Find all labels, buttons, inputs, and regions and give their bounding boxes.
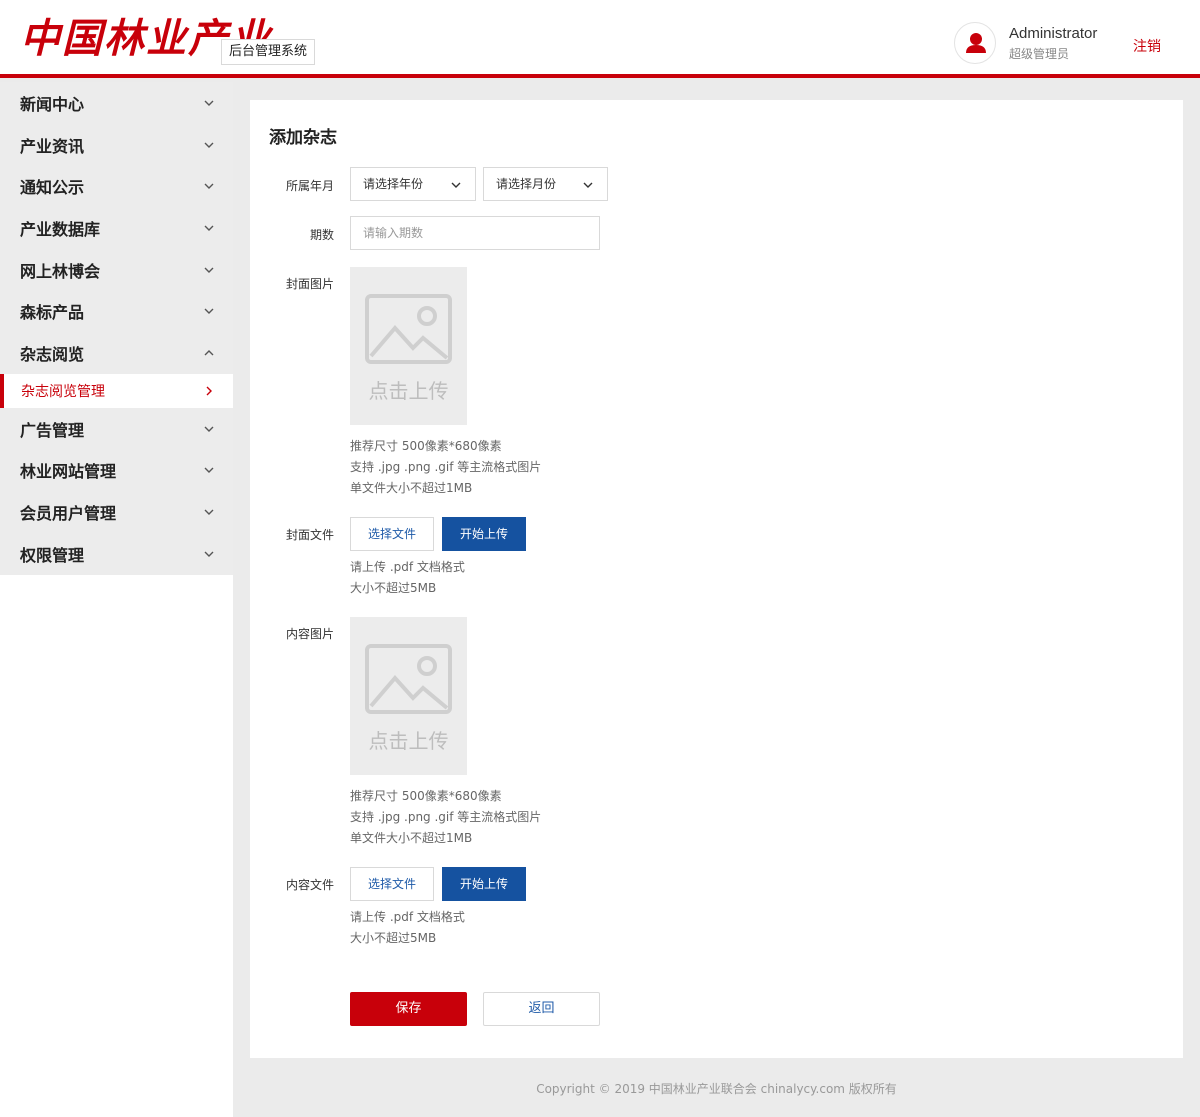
hint-line: 请上传 .pdf 文档格式 [350, 910, 465, 924]
chevron-down-icon [204, 225, 214, 231]
month-select[interactable]: 请选择月份 [483, 167, 608, 201]
content-image-hints: 推荐尺寸 500像素*680像素 支持 .jpg .png .gif 等主流格式… [350, 786, 541, 849]
main-panel: 添加杂志 所属年月 请选择年份 请选择月份 期数 请输入期数 封面图片 点击上传… [250, 100, 1183, 1058]
sidebar-item-label: 产业资讯 [20, 136, 85, 156]
sidebar-subitem-magazine-management[interactable]: 杂志阅览管理 [0, 373, 233, 408]
cover-image-upload[interactable]: 点击上传 [350, 267, 467, 425]
chevron-down-icon [204, 183, 214, 190]
sidebar-item-websites[interactable]: 林业网站管理 [0, 449, 233, 492]
sidebar-item-label: 权限管理 [20, 545, 85, 565]
hint-line: 支持 .jpg .png .gif 等主流格式图片 [350, 810, 542, 824]
chevron-up-icon [204, 349, 214, 356]
hint-line: 请上传 .pdf 文档格式 [350, 560, 465, 574]
sidebar: 新闻中心 产业资讯 通知公示 产业数据库 网上林博会 森标产品 杂志阅览 杂志阅… [0, 82, 233, 1117]
user-role: 超级管理员 [1009, 47, 1070, 61]
chevron-down-icon [204, 509, 214, 516]
sidebar-item-permissions[interactable]: 权限管理 [0, 532, 233, 575]
issue-input[interactable]: 请输入期数 [350, 216, 600, 250]
cover-file-label: 封面文件 [285, 528, 334, 542]
content-file-hints: 请上传 .pdf 文档格式 大小不超过5MB [350, 907, 465, 949]
avatar[interactable] [954, 22, 996, 64]
hint-line: 推荐尺寸 500像素*680像素 [350, 439, 502, 453]
top-header: 中国林业产业 后台管理系统 Administrator 超级管理员 注销 [0, 0, 1200, 78]
content-image-upload[interactable]: 点击上传 [350, 617, 467, 775]
upload-text: 点击上传 [368, 729, 449, 753]
user-name: Administrator [1009, 25, 1098, 42]
chevron-down-icon [204, 467, 214, 474]
content-image-label: 内容图片 [285, 627, 334, 641]
save-button[interactable]: 保存 [350, 992, 467, 1026]
sidebar-item-label: 通知公示 [20, 178, 85, 198]
chevron-down-icon [204, 267, 214, 273]
month-select-value: 请选择月份 [496, 177, 557, 191]
chevron-down-icon [204, 100, 214, 106]
upload-text: 点击上传 [368, 379, 449, 403]
user-icon [966, 33, 986, 53]
sidebar-item-ads[interactable]: 广告管理 [0, 407, 233, 450]
hint-line: 大小不超过5MB [350, 581, 437, 595]
hint-line: 推荐尺寸 500像素*680像素 [350, 789, 502, 803]
hint-line: 单文件大小不超过1MB [350, 481, 473, 495]
sidebar-item-label: 森标产品 [20, 303, 85, 323]
sidebar-item-online-expo[interactable]: 网上林博会 [0, 248, 233, 291]
chevron-down-icon [204, 426, 214, 432]
sidebar-subitem-label: 杂志阅览管理 [21, 383, 105, 400]
footer-copyright: Copyright © 2019 中国林业产业联合会 chinalycy.com… [536, 1082, 897, 1096]
sidebar-item-industry-news[interactable]: 产业资讯 [0, 123, 233, 166]
sidebar-item-database[interactable]: 产业数据库 [0, 207, 233, 249]
logout-link[interactable]: 注销 [1133, 36, 1161, 56]
chevron-down-icon [583, 182, 593, 188]
choose-cover-file-button[interactable]: 选择文件 [350, 517, 434, 551]
chevron-down-icon [204, 308, 214, 315]
sidebar-item-news[interactable]: 新闻中心 [0, 82, 233, 124]
chevron-down-icon [204, 142, 214, 148]
chevron-down-icon [451, 182, 461, 188]
chevron-down-icon [204, 551, 214, 557]
upload-cover-file-button[interactable]: 开始上传 [442, 517, 526, 551]
sidebar-item-label: 网上林博会 [20, 261, 101, 281]
sidebar-item-notices[interactable]: 通知公示 [0, 165, 233, 208]
sidebar-item-products[interactable]: 森标产品 [0, 290, 233, 333]
sidebar-item-label: 产业数据库 [20, 219, 101, 239]
cover-image-label: 封面图片 [285, 277, 334, 291]
issue-label: 期数 [309, 228, 334, 242]
sidebar-item-magazines[interactable]: 杂志阅览 [0, 332, 233, 374]
chevron-right-icon [206, 386, 212, 396]
hint-line: 大小不超过5MB [350, 931, 437, 945]
sidebar-item-label: 林业网站管理 [20, 462, 117, 482]
content-file-label: 内容文件 [285, 878, 334, 892]
year-select-value: 请选择年份 [363, 177, 424, 191]
cover-image-hints: 推荐尺寸 500像素*680像素 支持 .jpg .png .gif 等主流格式… [350, 436, 541, 499]
page-title: 添加杂志 [269, 128, 337, 148]
subsystem-badge: 后台管理系统 [221, 39, 316, 65]
back-button[interactable]: 返回 [483, 992, 600, 1026]
upload-content-file-button[interactable]: 开始上传 [442, 867, 526, 901]
image-placeholder-icon [365, 294, 452, 364]
sidebar-item-label: 会员用户管理 [20, 504, 117, 524]
year-month-label: 所属年月 [285, 179, 334, 193]
sidebar-item-label: 杂志阅览 [20, 344, 85, 364]
hint-line: 支持 .jpg .png .gif 等主流格式图片 [350, 460, 542, 474]
cover-file-hints: 请上传 .pdf 文档格式 大小不超过5MB [350, 557, 465, 599]
sidebar-item-label: 新闻中心 [20, 94, 85, 114]
year-select[interactable]: 请选择年份 [350, 167, 476, 201]
choose-content-file-button[interactable]: 选择文件 [350, 867, 434, 901]
image-placeholder-icon [365, 644, 452, 714]
hint-line: 单文件大小不超过1MB [350, 831, 473, 845]
sidebar-item-members[interactable]: 会员用户管理 [0, 491, 233, 533]
sidebar-item-label: 广告管理 [20, 420, 85, 440]
